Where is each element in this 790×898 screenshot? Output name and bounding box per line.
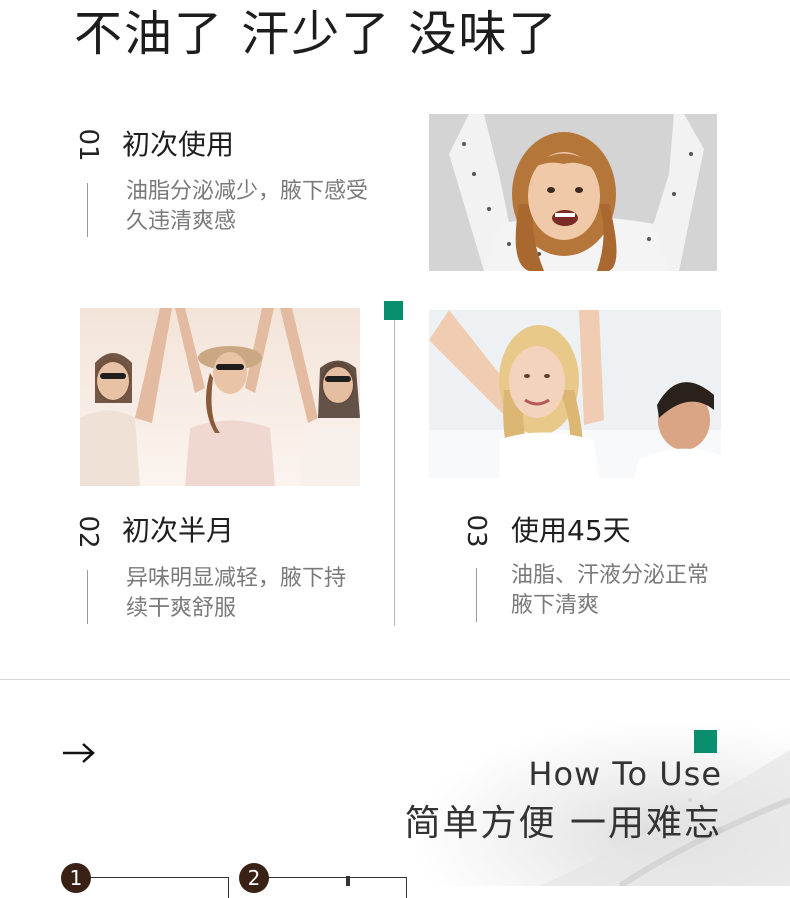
step-title-03: 使用45天 (511, 514, 631, 547)
step-desc-01-line2: 久违清爽感 (126, 209, 237, 234)
photo-couple-in-bed (429, 310, 721, 478)
how-to-use-title: How To Use (528, 755, 722, 793)
page-headline: 不油了 汗少了 没味了 (74, 6, 559, 62)
product-tip-icon (346, 876, 350, 886)
step-03-line (476, 568, 477, 622)
step-desc-03: 油脂、汗液分泌正常 腋下清爽 (511, 561, 709, 621)
usage-step-number-1: 1 (61, 863, 91, 893)
usage-step-box-2 (254, 877, 407, 898)
usage-step-box-1 (76, 877, 229, 898)
how-to-use-subtitle: 简单方便 一用难忘 (404, 803, 722, 844)
right-arrow-icon (62, 739, 96, 767)
step-desc-02-line2: 续干爽舒服 (126, 596, 237, 621)
step-02-line (87, 570, 88, 624)
step-desc-01: 油脂分泌减少，腋下感受 久违清爽感 (126, 177, 368, 237)
step-number-03: 03 (461, 514, 491, 548)
step-desc-02: 异味明显减轻，腋下持 续干爽舒服 (126, 564, 346, 624)
step-title-01: 初次使用 (122, 128, 235, 161)
step-desc-02-line1: 异味明显减轻，腋下持 (126, 566, 347, 591)
how-to-marker (694, 730, 717, 753)
step-title-02: 初次半月 (122, 514, 235, 547)
photo-girl-arms-up (429, 114, 717, 271)
timeline-line (394, 320, 395, 626)
section-divider (0, 679, 790, 680)
step-desc-03-line1: 油脂、汗液分泌正常 (511, 563, 710, 588)
step-01-line (87, 183, 88, 237)
timeline-marker (384, 301, 403, 320)
step-number-02: 02 (73, 515, 103, 549)
step-desc-01-line1: 油脂分泌减少，腋下感受 (126, 179, 369, 204)
step-desc-03-line2: 腋下清爽 (511, 593, 600, 618)
photo-three-women (80, 308, 360, 486)
usage-step-number-2: 2 (239, 863, 269, 893)
step-number-01: 01 (73, 128, 103, 162)
